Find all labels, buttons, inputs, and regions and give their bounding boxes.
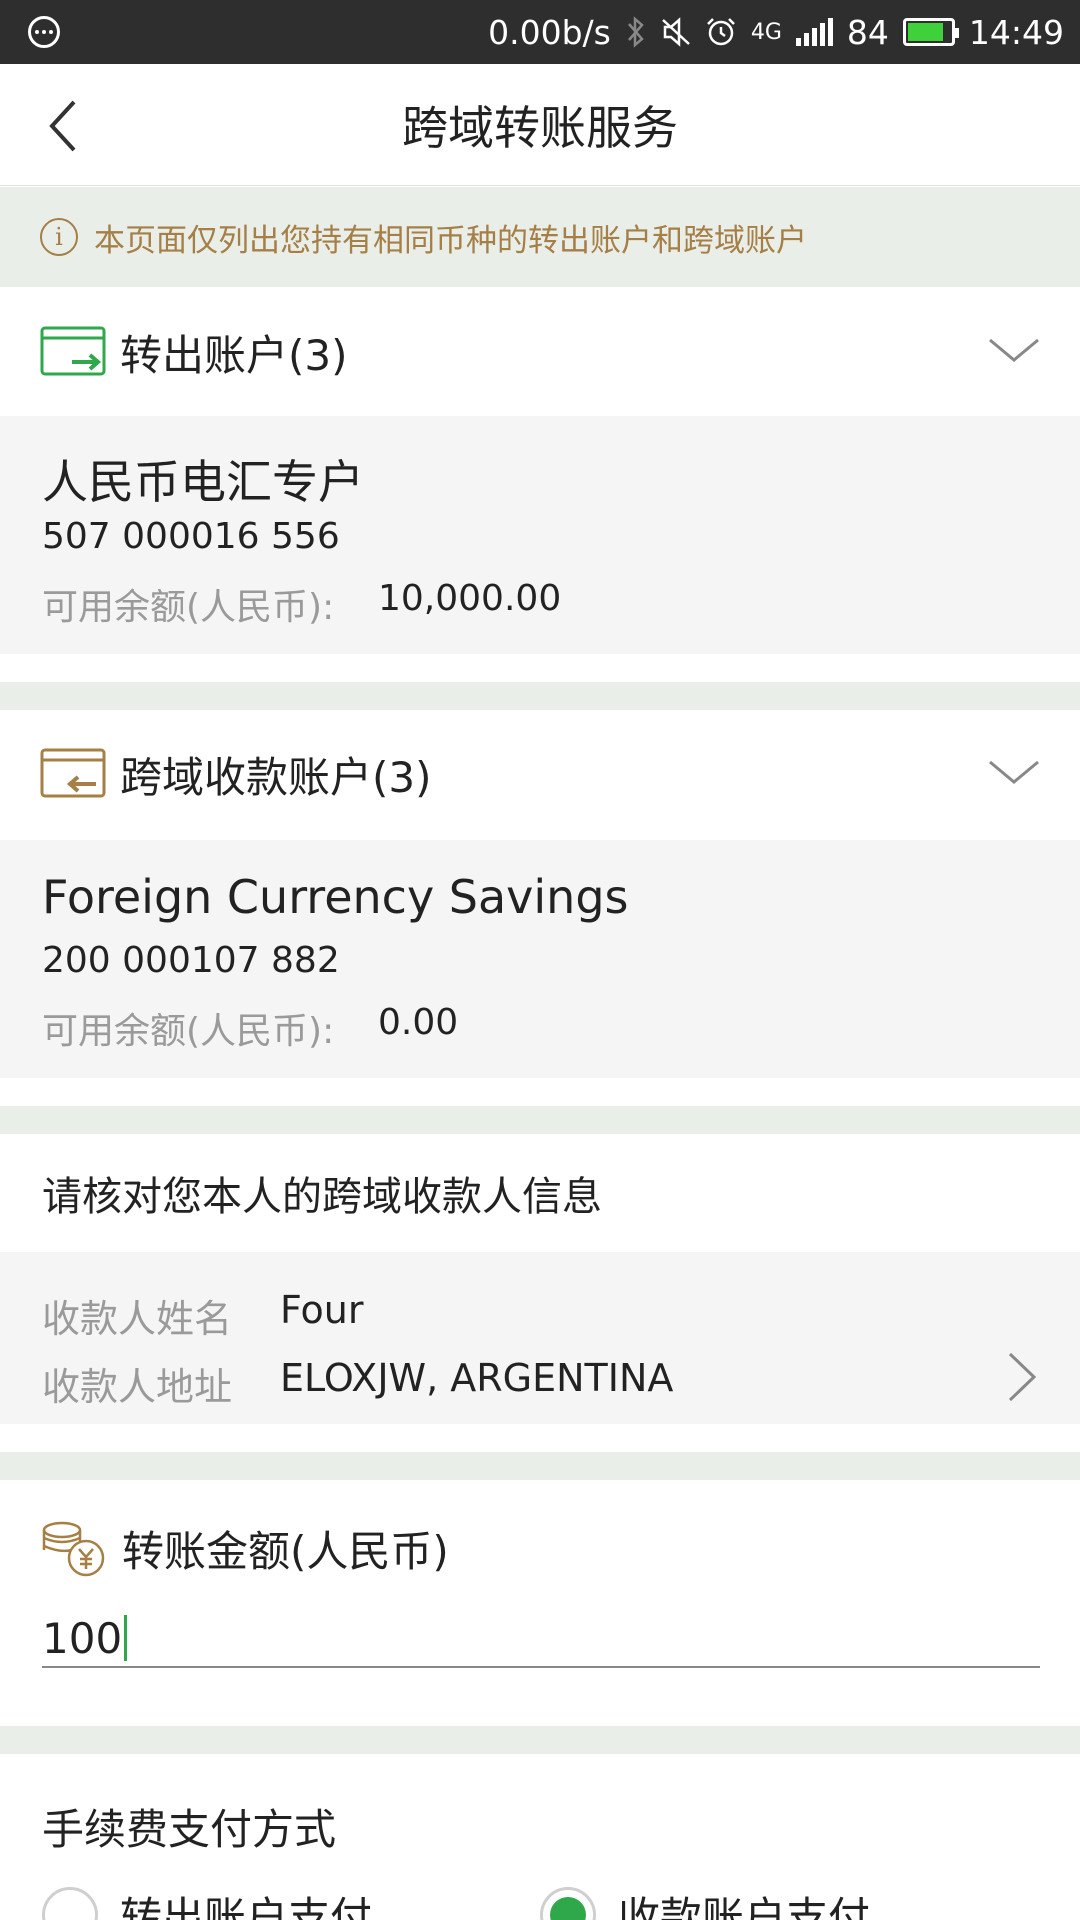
status-bar: 0.00b/s 4G 84 14:49 — [0, 0, 1080, 64]
payee-section-title: 请核对您本人的跨域收款人信息 — [0, 1134, 1080, 1252]
payee-info[interactable]: 收款人姓名 Four 收款人地址 ELOXJW, ARGENTINA — [0, 1252, 1080, 1424]
from-account-name: 人民币电汇专户 — [42, 455, 364, 509]
amount-value: 100 — [42, 1613, 123, 1663]
back-arrow-icon[interactable] — [44, 98, 94, 154]
from-balance-label: 可用余额(人民币): — [42, 587, 335, 628]
to-balance-label: 可用余额(人民币): — [42, 1011, 335, 1052]
bluetooth-icon — [627, 16, 644, 48]
amount-section: 转账金额(人民币) 100 — [0, 1482, 1080, 1726]
radio-button-selected[interactable] — [540, 1886, 596, 1920]
to-account-name: Foreign Currency Savings — [42, 870, 629, 924]
from-account-card[interactable]: 人民币电汇专户 507 000016 556 可用余额(人民币): 10,000… — [0, 416, 1080, 654]
amount-label: 转账金额(人民币) — [122, 1527, 449, 1576]
payee-name-value: Four — [280, 1288, 364, 1332]
to-account-label: 跨域收款账户(3) — [120, 752, 432, 802]
notice-banner: i 本页面仅列出您持有相同币种的转出账户和跨域账户 — [0, 187, 1080, 287]
text-caret — [124, 1615, 128, 1661]
fee-title: 手续费支付方式 — [42, 1805, 337, 1854]
transfer-out-card-icon — [40, 326, 106, 376]
amount-input[interactable]: 100 — [42, 1610, 1040, 1668]
more-dots-icon — [28, 16, 60, 48]
network-type: 4G — [750, 19, 782, 45]
page-title: 跨域转账服务 — [402, 100, 678, 155]
section-divider — [0, 1726, 1080, 1754]
to-account-card[interactable]: Foreign Currency Savings 200 000107 882 … — [0, 840, 1080, 1078]
to-account-header[interactable]: 跨域收款账户(3) — [0, 710, 1080, 838]
transfer-in-card-icon — [40, 748, 106, 798]
alarm-icon — [706, 18, 735, 46]
info-icon: i — [40, 218, 78, 256]
to-account-number: 200 000107 882 — [42, 940, 340, 981]
payee-address-value: ELOXJW, ARGENTINA — [280, 1356, 674, 1400]
fee-option-label: 转出账户支付 — [120, 1893, 373, 1920]
mute-icon — [661, 17, 690, 47]
payee-name-label: 收款人姓名 — [42, 1297, 233, 1341]
signal-icon — [795, 18, 833, 46]
payee-address-label: 收款人地址 — [42, 1365, 233, 1409]
radio-button[interactable] — [42, 1886, 98, 1920]
chevron-down-icon[interactable] — [988, 326, 1040, 378]
section-divider — [0, 1106, 1080, 1134]
fee-option-to-account[interactable]: 收款账户支付 — [540, 1884, 870, 1920]
section-divider — [0, 682, 1080, 710]
coins-yuan-icon — [42, 1521, 105, 1576]
fee-option-from-account[interactable]: 转出账户支付 — [42, 1884, 372, 1920]
battery-level: 84 — [846, 12, 889, 52]
fee-option-label: 收款账户支付 — [618, 1893, 871, 1920]
chevron-down-icon[interactable] — [988, 748, 1040, 800]
from-account-label: 转出账户(3) — [120, 330, 348, 380]
to-balance-value: 0.00 — [378, 1002, 459, 1043]
from-account-number: 507 000016 556 — [42, 516, 340, 557]
clock: 14:49 — [968, 12, 1064, 52]
battery-icon — [902, 18, 959, 46]
title-bar: 跨域转账服务 — [0, 64, 1080, 186]
chevron-right-icon[interactable] — [1006, 1350, 1040, 1404]
notice-text: 本页面仅列出您持有相同币种的转出账户和跨域账户 — [94, 222, 807, 259]
net-speed: 0.00b/s — [488, 12, 611, 52]
from-balance-value: 10,000.00 — [378, 578, 562, 619]
fee-section: 手续费支付方式 转出账户支付 收款账户支付 — [0, 1754, 1080, 1920]
from-account-header[interactable]: 转出账户(3) — [0, 288, 1080, 416]
section-divider — [0, 1452, 1080, 1480]
